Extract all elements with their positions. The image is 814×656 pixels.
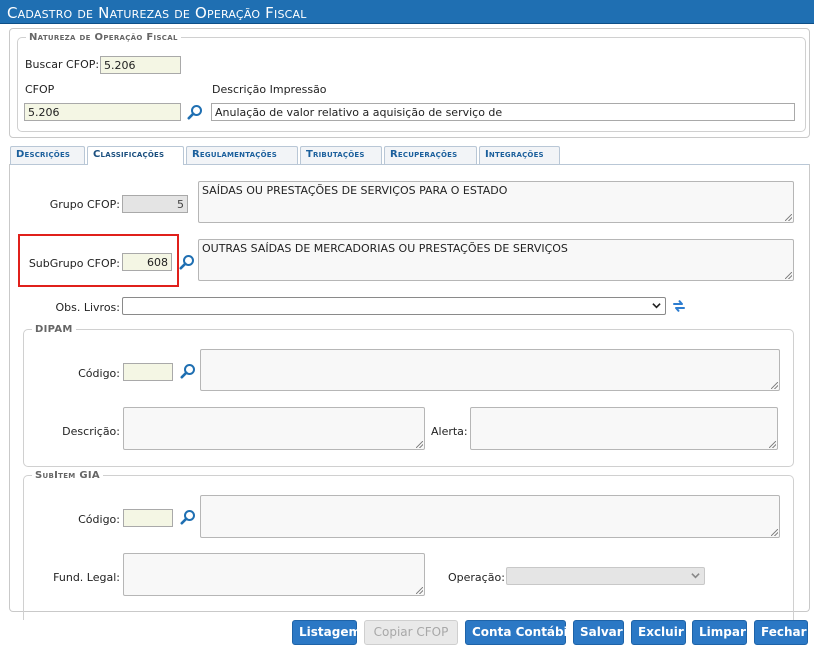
dipam-codigo-input[interactable]	[123, 363, 173, 381]
gia-fund-legal-textarea[interactable]	[123, 553, 425, 596]
dipam-codigo-label: Código:	[78, 367, 120, 380]
tab-tributacoes[interactable]: Tributações	[300, 146, 382, 164]
natureza-legend: Natureza de Operação Fiscal	[29, 32, 178, 43]
gia-codigo-resize-handle[interactable]	[771, 529, 778, 536]
dipam-descricao-label: Descrição:	[62, 425, 120, 438]
cfop-label: CFOP	[25, 83, 55, 96]
dipam-search-icon[interactable]	[180, 363, 196, 379]
obs-livros-label: Obs. Livros:	[55, 301, 120, 314]
obs-livros-select[interactable]	[122, 297, 666, 315]
subgrupo-cfop-description: OUTRAS SAÍDAS DE MERCADORIAS OU PRESTAÇÕ…	[198, 239, 794, 281]
subitem-gia-fieldset: SubItem GIA	[23, 470, 794, 620]
dipam-alerta-textarea[interactable]	[470, 407, 778, 450]
grupo-cfop-resize-handle[interactable]	[785, 214, 792, 221]
refresh-icon[interactable]	[671, 298, 687, 314]
window-title: Cadastro de Naturezas de Operação Fiscal	[0, 0, 814, 24]
gia-operacao-label: Operação:	[448, 571, 505, 584]
tab-descricoes[interactable]: Descrições	[10, 146, 85, 164]
dipam-alerta-resize-handle[interactable]	[769, 441, 776, 448]
gia-fund-legal-resize-handle[interactable]	[416, 587, 423, 594]
tab-regulamentacoes[interactable]: Regulamentações	[186, 146, 298, 164]
grupo-cfop-input	[122, 195, 188, 213]
copiar-cfop-button[interactable]: Copiar CFOP	[364, 620, 458, 645]
gia-search-icon[interactable]	[180, 509, 196, 525]
subgrupo-cfop-label: SubGrupo CFOP:	[28, 257, 120, 270]
chevron-down-icon	[691, 573, 700, 579]
listagem-button[interactable]: Listagem	[292, 620, 361, 645]
gia-codigo-description	[200, 495, 780, 538]
grupo-cfop-label: Grupo CFOP:	[49, 198, 120, 211]
dipam-codigo-description	[200, 349, 780, 391]
dipam-alerta-label: Alerta:	[431, 425, 468, 438]
gia-codigo-input[interactable]	[123, 509, 173, 527]
excluir-button[interactable]: Excluir	[631, 620, 686, 645]
descricao-impressao-label: Descrição Impressão	[212, 83, 327, 96]
dipam-descricao-resize-handle[interactable]	[416, 441, 423, 448]
cfop-search-icon[interactable]	[187, 104, 203, 120]
tab-integracoes[interactable]: Integrações	[479, 146, 560, 164]
tab-classificacoes[interactable]: Classificações	[87, 146, 184, 165]
dipam-codigo-resize-handle[interactable]	[771, 382, 778, 389]
gia-operacao-select[interactable]	[506, 567, 705, 585]
cfop-input[interactable]	[24, 103, 181, 121]
gia-codigo-label: Código:	[78, 513, 120, 526]
salvar-button[interactable]: Salvar	[573, 620, 624, 645]
fechar-button[interactable]: Fechar	[754, 620, 808, 645]
conta-contabil-button[interactable]: Conta Contábil	[465, 620, 572, 645]
tab-recuperacoes[interactable]: Recuperações	[384, 146, 477, 164]
subgrupo-search-icon[interactable]	[179, 254, 195, 270]
limpar-button[interactable]: Limpar	[692, 620, 747, 645]
buscar-cfop-label: Buscar CFOP:	[25, 58, 100, 71]
subgrupo-cfop-resize-handle[interactable]	[785, 272, 792, 279]
chevron-down-icon	[652, 303, 661, 309]
gia-fund-legal-label: Fund. Legal:	[53, 571, 120, 584]
dipam-descricao-textarea[interactable]	[123, 407, 425, 450]
subgrupo-cfop-input[interactable]	[122, 253, 172, 271]
descricao-impressao-input[interactable]	[211, 103, 795, 121]
grupo-cfop-description: SAÍDAS OU PRESTAÇÕES DE SERVIÇOS PARA O …	[198, 181, 794, 223]
buscar-cfop-input[interactable]	[100, 56, 181, 74]
dipam-legend: DIPAM	[35, 324, 73, 335]
subitem-gia-legend: SubItem GIA	[35, 470, 100, 481]
